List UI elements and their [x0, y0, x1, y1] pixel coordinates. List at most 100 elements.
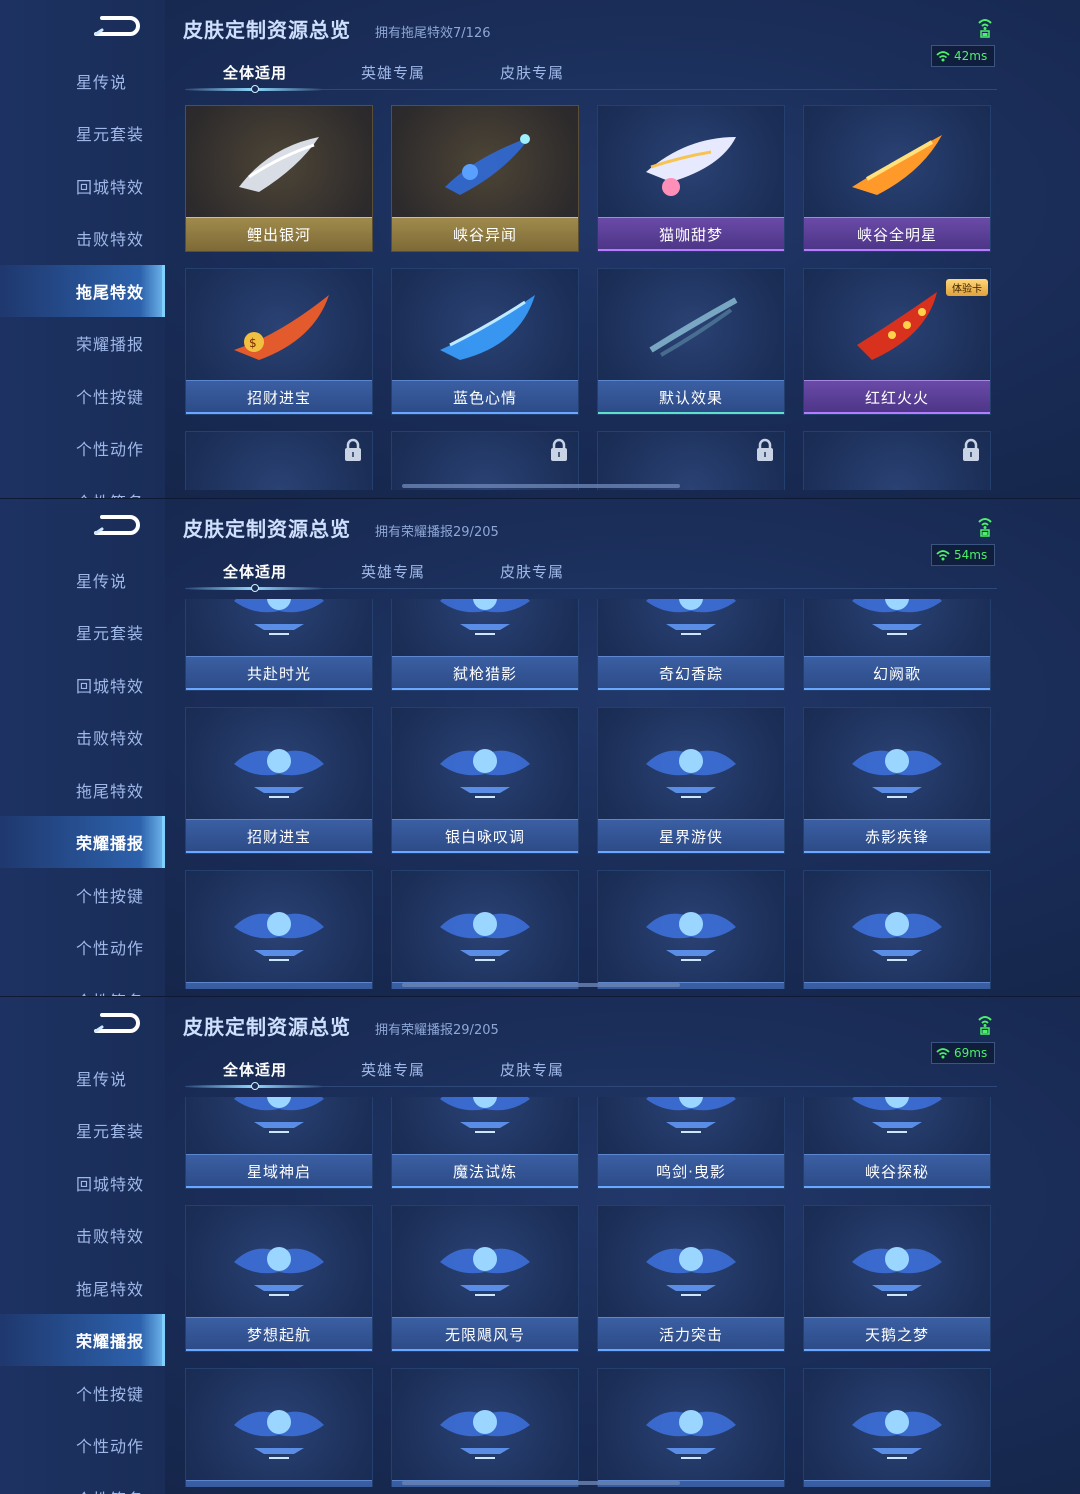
sidebar-item-7[interactable]: 个性按键 [0, 869, 165, 921]
tab-2[interactable]: 英雄专属 [361, 62, 425, 83]
sidebar-item-5[interactable]: 拖尾特效 [0, 265, 165, 317]
tab-1[interactable]: 全体适用 [223, 62, 287, 83]
item-card[interactable]: 默认效果 [597, 268, 785, 415]
back-arrow-icon[interactable] [92, 509, 142, 541]
sidebar-item-2[interactable]: 星元套装 [0, 107, 165, 159]
item-card[interactable] [597, 870, 785, 989]
item-card[interactable]: 峡谷全明星 [803, 105, 991, 252]
tab-3[interactable]: 皮肤专属 [500, 1059, 564, 1080]
sidebar-item-6[interactable]: 荣耀播报 [0, 1314, 165, 1366]
lock-icon [551, 438, 567, 461]
item-card[interactable] [803, 870, 991, 989]
red-fire-trail-icon [857, 292, 937, 360]
horizontal-scrollbar[interactable] [402, 983, 680, 987]
item-card[interactable]: 星界游侠 [597, 707, 785, 854]
item-card-label: 峡谷全明星 [804, 217, 990, 251]
sidebar-item-1[interactable]: 星传说 [0, 554, 165, 606]
sidebar-item-9[interactable]: 个性签名 [0, 974, 165, 996]
item-card[interactable]: 幻阙歌 [803, 599, 991, 691]
item-card[interactable]: 活力突击 [597, 1205, 785, 1352]
item-card[interactable] [391, 870, 579, 989]
sidebar-item-2[interactable]: 星元套装 [0, 1104, 165, 1156]
item-card[interactable]: 峡谷探秘 [803, 1097, 991, 1189]
item-card[interactable] [391, 431, 579, 490]
sidebar-item-7[interactable]: 个性按键 [0, 1367, 165, 1419]
broadcast-emblem-icon [234, 599, 324, 635]
sidebar-item-6[interactable]: 荣耀播报 [0, 317, 165, 369]
sidebar-item-8[interactable]: 个性动作 [0, 921, 165, 973]
item-grid[interactable]: 星域神启 魔法试炼 鸣剑·曳影 峡谷探秘梦想起航 无限飓风号 活力突击 天鹅之梦 [185, 1097, 997, 1487]
sidebar-item-4[interactable]: 击败特效 [0, 212, 165, 264]
item-grid[interactable]: 共赴时光 弑枪猎影 奇幻香踪 幻阙歌招财进宝 银白咏叹调 星界游侠 赤影疾锋 [185, 599, 997, 989]
tab-2[interactable]: 英雄专属 [361, 1059, 425, 1080]
broadcast-emblem-icon [646, 1247, 736, 1296]
sidebar: 星传说星元套装回城特效击败特效拖尾特效荣耀播报个性按键个性动作个性签名 [0, 0, 165, 498]
sidebar-item-4[interactable]: 击败特效 [0, 711, 165, 763]
sidebar-item-8[interactable]: 个性动作 [0, 422, 165, 474]
sidebar-item-label: 星传说 [76, 1070, 128, 1089]
sidebar-item-2[interactable]: 星元套装 [0, 606, 165, 658]
item-card[interactable]: 天鹅之梦 [803, 1205, 991, 1352]
item-grid[interactable]: 鲤出银河 峡谷异闻 猫咖甜梦 峡谷全明星 $ 招财进宝 蓝色心情 默认效果 体验卡 红红火火 [185, 100, 997, 490]
tab-3[interactable]: 皮肤专属 [500, 561, 564, 582]
tab-2[interactable]: 英雄专属 [361, 561, 425, 582]
sidebar-item-7[interactable]: 个性按键 [0, 370, 165, 422]
tab-1[interactable]: 全体适用 [223, 1059, 287, 1080]
back-arrow-icon[interactable] [92, 10, 142, 42]
sidebar-item-9[interactable]: 个性签名 [0, 1472, 165, 1494]
sidebar-item-label: 个性动作 [76, 440, 145, 459]
item-card[interactable] [803, 1368, 991, 1487]
fortune-trail-icon: $ [234, 295, 329, 360]
wifi-battery-icon [978, 518, 992, 537]
item-card[interactable]: 猫咖甜梦 [597, 105, 785, 252]
item-card[interactable]: 鸣剑·曳影 [597, 1097, 785, 1189]
item-card[interactable] [391, 1368, 579, 1487]
item-card[interactable]: 鲤出银河 [185, 105, 373, 252]
horizontal-scrollbar[interactable] [402, 484, 680, 488]
sidebar-item-8[interactable]: 个性动作 [0, 1419, 165, 1471]
item-card[interactable]: 弑枪猎影 [391, 599, 579, 691]
item-card[interactable]: 共赴时光 [185, 599, 373, 691]
sidebar-item-label: 星元套装 [76, 1122, 145, 1141]
back-arrow-icon[interactable] [92, 1007, 142, 1039]
wifi-battery-icon [978, 19, 992, 38]
item-card[interactable]: 峡谷异闻 [391, 105, 579, 252]
item-card[interactable] [185, 431, 373, 490]
sidebar-item-6[interactable]: 荣耀播报 [0, 816, 165, 868]
item-card-label: 魔法试炼 [392, 1154, 578, 1188]
sidebar-item-3[interactable]: 回城特效 [0, 659, 165, 711]
sidebar-item-3[interactable]: 回城特效 [0, 160, 165, 212]
tab-3[interactable]: 皮肤专属 [500, 62, 564, 83]
item-card[interactable]: 魔法试炼 [391, 1097, 579, 1189]
item-card[interactable] [803, 431, 991, 490]
broadcast-emblem-icon [646, 749, 736, 798]
item-card[interactable]: 星域神启 [185, 1097, 373, 1189]
item-card[interactable]: 招财进宝 [185, 707, 373, 854]
item-card[interactable] [597, 431, 785, 490]
sidebar-item-1[interactable]: 星传说 [0, 1052, 165, 1104]
item-card[interactable]: 无限飓风号 [391, 1205, 579, 1352]
sidebar-item-9[interactable]: 个性签名 [0, 475, 165, 498]
item-card[interactable] [185, 1368, 373, 1487]
item-card[interactable]: 赤影疾锋 [803, 707, 991, 854]
sidebar-item-label: 荣耀播报 [76, 335, 145, 354]
broadcast-emblem-icon [646, 1410, 736, 1459]
sidebar-item-1[interactable]: 星传说 [0, 55, 165, 107]
sidebar-item-5[interactable]: 拖尾特效 [0, 764, 165, 816]
active-tab-marker [251, 85, 259, 93]
item-card[interactable]: 梦想起航 [185, 1205, 373, 1352]
item-card-label: 活力突击 [598, 1317, 784, 1351]
sidebar-item-4[interactable]: 击败特效 [0, 1209, 165, 1261]
item-card[interactable]: 蓝色心情 [391, 268, 579, 415]
item-card[interactable]: 体验卡 红红火火 [803, 268, 991, 415]
item-card[interactable] [185, 870, 373, 989]
item-card[interactable]: 奇幻香踪 [597, 599, 785, 691]
lock-icon [963, 438, 979, 461]
tab-1[interactable]: 全体适用 [223, 561, 287, 582]
horizontal-scrollbar[interactable] [402, 1481, 680, 1485]
sidebar-item-3[interactable]: 回城特效 [0, 1157, 165, 1209]
item-card[interactable]: 银白咏叹调 [391, 707, 579, 854]
item-card[interactable] [597, 1368, 785, 1487]
item-card[interactable]: $ 招财进宝 [185, 268, 373, 415]
sidebar-item-5[interactable]: 拖尾特效 [0, 1262, 165, 1314]
